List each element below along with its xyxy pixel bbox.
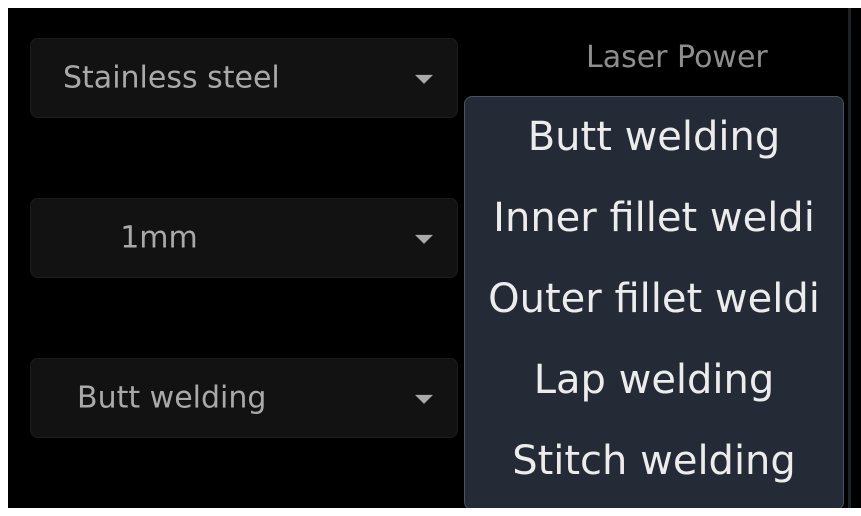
panel-divider xyxy=(848,8,851,508)
chevron-down-icon xyxy=(415,74,433,84)
chevron-down-icon xyxy=(415,234,433,244)
weld-type-dropdown-menu: Butt welding Inner fillet weldi Outer fi… xyxy=(464,96,844,508)
thickness-select-value: 1mm xyxy=(120,220,198,256)
laser-power-label: Laser Power xyxy=(586,40,768,75)
material-select[interactable]: Stainless steel xyxy=(30,38,458,118)
dropdown-option-lap-welding[interactable]: Lap welding xyxy=(465,340,843,421)
chevron-down-icon xyxy=(415,394,433,404)
dropdown-option-outer-fillet-welding[interactable]: Outer fillet weldi xyxy=(465,259,843,340)
app-screen: Stainless steel 1mm Butt welding Laser P… xyxy=(8,8,861,508)
thickness-select[interactable]: 1mm xyxy=(30,198,458,278)
dropdown-option-stitch-welding[interactable]: Stitch welding xyxy=(465,421,843,502)
dropdown-option-inner-fillet-welding[interactable]: Inner fillet weldi xyxy=(465,178,843,259)
weld-type-select-value: Butt welding xyxy=(77,380,267,416)
material-select-value: Stainless steel xyxy=(63,60,280,96)
weld-type-select[interactable]: Butt welding xyxy=(30,358,458,438)
dropdown-option-butt-welding[interactable]: Butt welding xyxy=(465,97,843,178)
